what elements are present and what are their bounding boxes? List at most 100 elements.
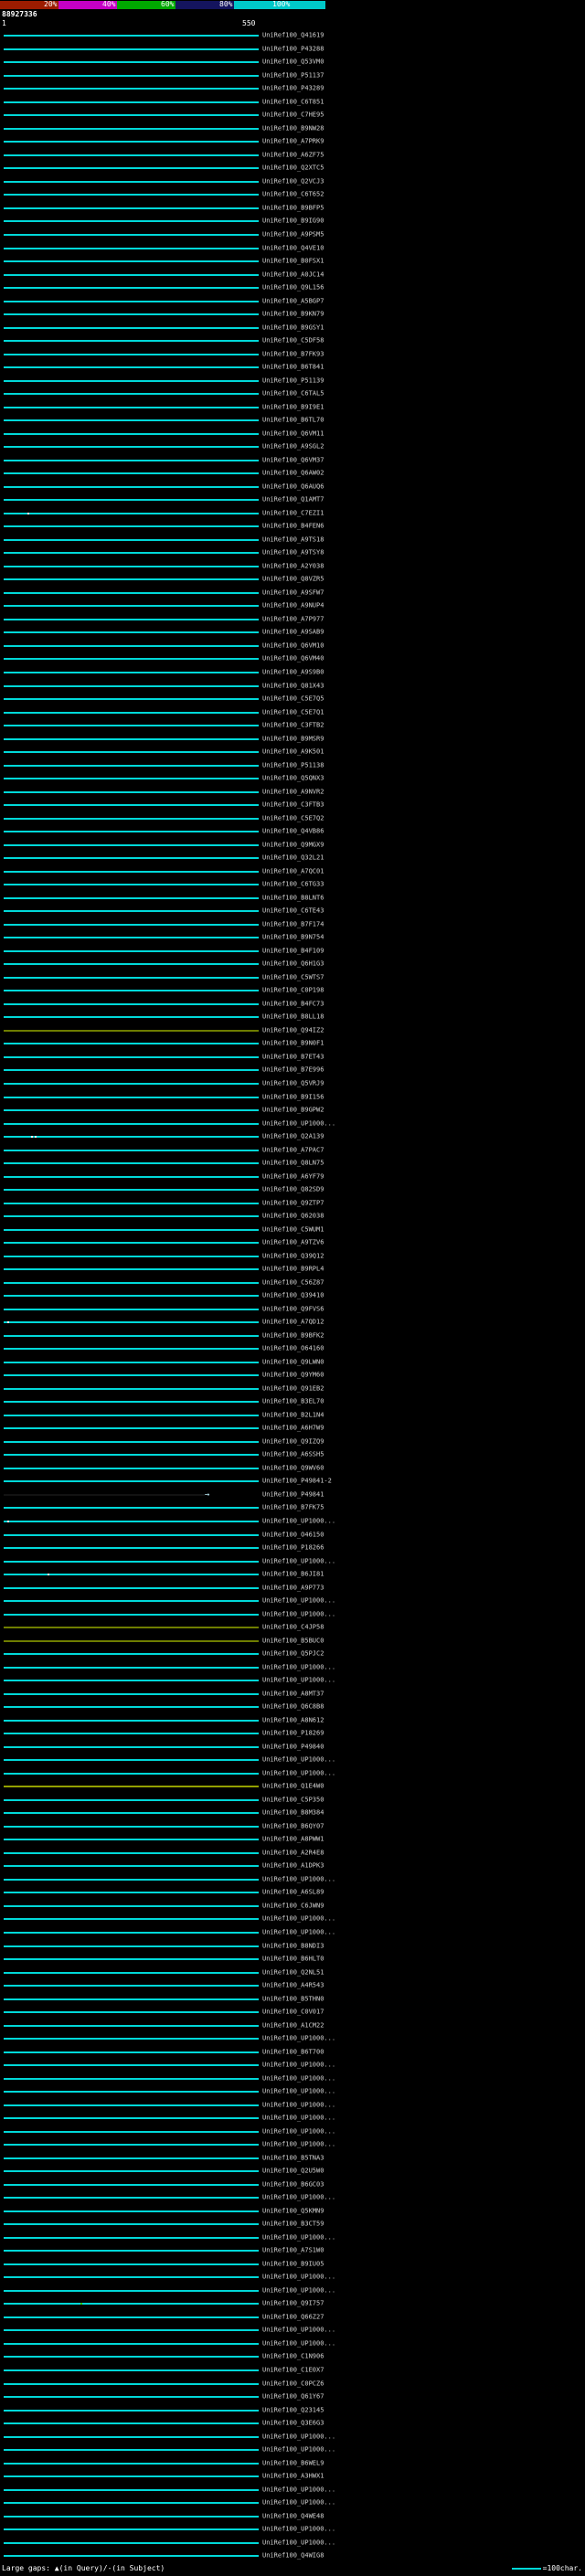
hit-label[interactable]: UniRef100_B9N0F1 <box>262 1040 324 1047</box>
hit-row[interactable]: UniRef100_A7PAC7 <box>0 1143 585 1157</box>
hit-label[interactable]: UniRef100_P18269 <box>262 1730 324 1737</box>
hit-row[interactable]: UniRef100_B8M384 <box>0 1807 585 1820</box>
hit-row[interactable]: UniRef100_UP1000... <box>0 2523 585 2537</box>
hit-row[interactable]: UniRef100_Q94IZ2 <box>0 1024 585 1038</box>
hit-label[interactable]: UniRef100_UP1000... <box>262 2075 335 2082</box>
hit-label[interactable]: UniRef100_A8N612 <box>262 1717 324 1723</box>
hit-label[interactable]: UniRef100_P49841-2 <box>262 1478 332 1485</box>
hit-row[interactable]: UniRef100_B5TNA3 <box>0 2152 585 2166</box>
hit-label[interactable]: UniRef100_A6SL89 <box>262 1889 324 1896</box>
hit-label[interactable]: UniRef100_UP1000... <box>262 2062 335 2069</box>
hit-label[interactable]: UniRef100_UP1000... <box>262 1929 335 1935</box>
hit-label[interactable]: UniRef100_A9TSY8 <box>262 549 324 557</box>
hit-label[interactable]: UniRef100_B7FK75 <box>262 1504 324 1511</box>
hit-row[interactable]: UniRef100_A1DPK3 <box>0 1860 585 1873</box>
hit-label[interactable]: UniRef100_B5THN0 <box>262 1996 324 2002</box>
hit-line[interactable] <box>4 393 259 396</box>
hit-line[interactable] <box>4 1613 259 1616</box>
hit-label[interactable]: UniRef100_B9IU05 <box>262 2261 324 2267</box>
hit-label[interactable]: UniRef100_A3HWX1 <box>262 2473 324 2480</box>
hit-line[interactable] <box>4 1043 259 1045</box>
hit-label[interactable]: UniRef100_Q9WV60 <box>262 1465 324 1471</box>
hit-label[interactable]: UniRef100_P51139 <box>262 377 324 384</box>
hit-line[interactable] <box>4 1533 259 1536</box>
hit-row[interactable]: UniRef100_UP1000... <box>0 2098 585 2112</box>
hit-label[interactable]: UniRef100_B6JI81 <box>262 1571 324 1578</box>
hit-label[interactable]: UniRef100_A7PAC7 <box>262 1147 324 1153</box>
hit-line[interactable] <box>4 1281 259 1284</box>
hit-line[interactable] <box>4 618 259 620</box>
hit-label[interactable]: UniRef100_C6TE43 <box>262 907 324 915</box>
hit-row[interactable]: UniRef100_C5WTS7 <box>0 971 585 985</box>
hit-line[interactable] <box>4 764 259 767</box>
hit-row[interactable]: UniRef100_C6TAL5 <box>0 387 585 401</box>
hit-line[interactable] <box>4 2038 259 2041</box>
hit-label[interactable]: UniRef100_Q91EB2 <box>262 1385 324 1392</box>
hit-line[interactable] <box>4 2011 259 2014</box>
hit-line[interactable] <box>4 884 259 886</box>
hit-label[interactable]: UniRef100_UP1000... <box>262 2234 335 2241</box>
hit-label[interactable]: UniRef100_Q1E4W0 <box>262 1783 324 1790</box>
hit-label[interactable]: UniRef100_B9GSY1 <box>262 324 324 331</box>
hit-label[interactable]: UniRef100_Q2NL51 <box>262 1969 324 1976</box>
hit-label[interactable]: UniRef100_Q9L156 <box>262 284 324 292</box>
hit-row[interactable]: UniRef100_UP1000... <box>0 2231 585 2245</box>
hit-label[interactable]: UniRef100_B9RPL4 <box>262 1266 324 1273</box>
hit-row[interactable]: UniRef100_O64160 <box>0 1342 585 1356</box>
hit-row[interactable]: UniRef100_Q6AUQ6 <box>0 481 585 494</box>
hit-line[interactable] <box>4 512 259 514</box>
hit-row[interactable]: UniRef100_C3FTB2 <box>0 719 585 733</box>
hit-line[interactable] <box>4 2329 259 2332</box>
hit-row[interactable]: UniRef100_Q5KMN9 <box>0 2205 585 2219</box>
hit-label[interactable]: UniRef100_Q6AUQ6 <box>262 483 324 490</box>
hit-row[interactable]: UniRef100_P18269 <box>0 1727 585 1741</box>
hit-line[interactable] <box>4 154 259 156</box>
hit-row[interactable]: UniRef100_B0FSX1 <box>0 255 585 269</box>
hit-line[interactable] <box>4 1786 259 1788</box>
hit-line[interactable] <box>4 180 259 183</box>
hit-label[interactable]: UniRef100_P18266 <box>262 1544 324 1552</box>
hit-row[interactable]: UniRef100_Q9IZQ9 <box>0 1436 585 1449</box>
hit-row[interactable]: UniRef100_A9P773 <box>0 1581 585 1595</box>
hit-label[interactable]: UniRef100_B9I9E1 <box>262 404 324 410</box>
hit-row[interactable]: UniRef100_Q62038 <box>0 1210 585 1224</box>
hit-label[interactable]: UniRef100_A1DPK3 <box>262 1862 324 1870</box>
hit-row[interactable]: UniRef100_C5DF58 <box>0 334 585 348</box>
hit-row[interactable]: UniRef100_Q6VM11 <box>0 427 585 440</box>
hit-row[interactable]: UniRef100_A6H7W9 <box>0 1422 585 1436</box>
hit-row[interactable]: UniRef100_B9IU05 <box>0 2258 585 2272</box>
hit-row[interactable]: UniRef100_A6SL89 <box>0 1886 585 1900</box>
hit-label[interactable]: UniRef100_P43289 <box>262 85 324 92</box>
hit-label[interactable]: UniRef100_A9NUP4 <box>262 602 324 610</box>
hit-row[interactable]: UniRef100_Q66Z27 <box>0 2311 585 2325</box>
hit-line[interactable] <box>4 2356 259 2359</box>
hit-label[interactable]: UniRef100_A2R4E8 <box>262 1850 324 1856</box>
hit-label[interactable]: UniRef100_UP1000... <box>262 2128 335 2135</box>
hit-line[interactable] <box>4 1865 259 1868</box>
hit-label[interactable]: UniRef100_B8M384 <box>262 1809 324 1817</box>
hit-label[interactable]: UniRef100_Q9LWN0 <box>262 1359 324 1365</box>
hit-label[interactable]: UniRef100_Q6C8B8 <box>262 1703 324 1711</box>
hit-line[interactable] <box>4 1998 259 2000</box>
hit-label[interactable]: UniRef100_UP1000... <box>262 2115 335 2122</box>
hit-label[interactable]: UniRef100_C1E0X7 <box>262 2367 324 2374</box>
hit-row[interactable]: UniRef100_Q82SD9 <box>0 1183 585 1197</box>
hit-line[interactable] <box>4 2223 259 2226</box>
hit-line[interactable] <box>4 565 259 567</box>
hit-label[interactable]: UniRef100_Q2A139 <box>262 1133 324 1140</box>
hit-line[interactable] <box>4 101 259 103</box>
hit-label[interactable]: UniRef100_B7FK93 <box>262 351 324 357</box>
hit-line[interactable] <box>4 817 259 820</box>
hit-line[interactable] <box>4 2236 259 2239</box>
hit-label[interactable]: UniRef100_B7E996 <box>262 1066 324 1074</box>
hit-row[interactable]: UniRef100_Q61Y67 <box>0 2390 585 2404</box>
hit-row[interactable]: UniRef100_B7E996 <box>0 1064 585 1077</box>
hit-label[interactable]: UniRef100_C7HE95 <box>262 111 324 119</box>
hit-label[interactable]: UniRef100_C0PCZ6 <box>262 2380 324 2387</box>
hit-row[interactable]: UniRef100_C6JWN9 <box>0 1900 585 1913</box>
hit-row[interactable]: UniRef100_C1E0X7 <box>0 2364 585 2378</box>
hit-line[interactable] <box>4 1733 259 1735</box>
hit-line[interactable] <box>4 1387 259 1390</box>
hit-row[interactable]: UniRef100_Q2U5W0 <box>0 2165 585 2178</box>
hit-line[interactable] <box>4 896 259 899</box>
